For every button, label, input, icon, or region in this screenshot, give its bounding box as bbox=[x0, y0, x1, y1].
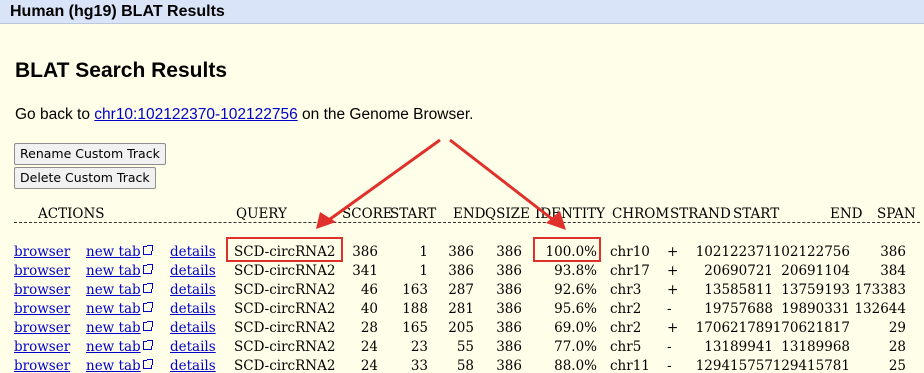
arrow-to-identity-head bbox=[546, 211, 566, 230]
annotation-arrows bbox=[316, 138, 566, 230]
arrow-to-identity-line bbox=[449, 138, 557, 224]
arrow-to-query-head bbox=[316, 212, 336, 229]
arrow-to-query-line bbox=[325, 138, 441, 224]
